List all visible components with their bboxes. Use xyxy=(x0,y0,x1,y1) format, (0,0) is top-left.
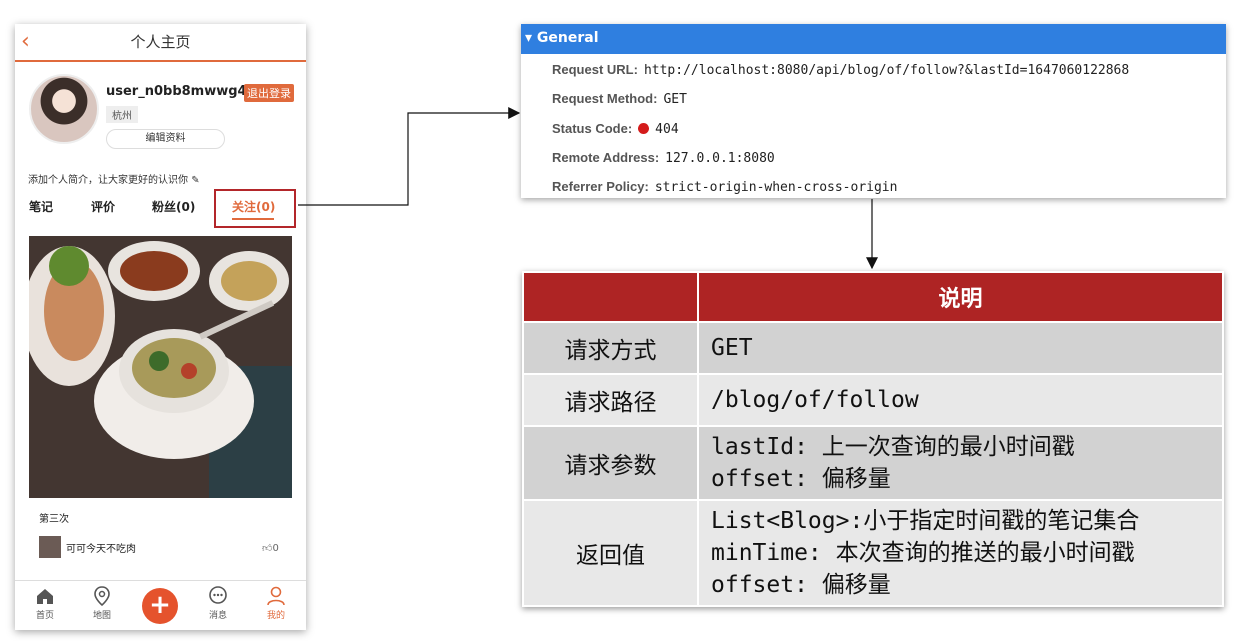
referrer-policy-row: Referrer Policy: strict-origin-when-cross… xyxy=(552,179,897,195)
row-value: List<Blog>:小于指定时间戳的笔记集合 minTime: 本次查询的推送… xyxy=(697,499,1224,607)
user-icon xyxy=(267,586,285,606)
row-key: 请求参数 xyxy=(522,425,699,501)
value-line: minTime: 本次查询的推送的最小时间戳 xyxy=(711,540,1135,566)
blog-card[interactable]: 第三次 可可今天不吃肉 👍︎0 xyxy=(29,236,292,566)
profile-header: ‹ 个人主页 xyxy=(15,24,306,62)
value-line: lastId: 上一次查询的最小时间戳 xyxy=(711,434,1075,460)
edit-profile-button[interactable]: 编辑资料 xyxy=(106,129,225,149)
general-title: General xyxy=(536,30,599,46)
field-key: Remote Address: xyxy=(552,150,660,165)
row-value: lastId: 上一次查询的最小时间戳 offset: 偏移量 xyxy=(697,425,1224,501)
status-error-icon xyxy=(638,123,650,134)
value-line: /blog/of/follow xyxy=(711,387,919,413)
tab-notes[interactable]: 笔记 xyxy=(29,198,53,215)
mobile-profile-screen: ‹ 个人主页 user_n0bb8mwwg4 退出登录 杭州 编辑资料 添加个人… xyxy=(15,24,306,630)
tab-fans[interactable]: 粉丝(0) xyxy=(152,198,195,215)
value-line: offset: 偏移量 xyxy=(711,572,891,598)
table-corner xyxy=(522,271,699,323)
field-value: strict-origin-when-cross-origin xyxy=(654,180,898,195)
table-row: 返回值 List<Blog>:小于指定时间戳的笔记集合 minTime: 本次查… xyxy=(522,499,1224,607)
home-icon xyxy=(37,589,53,604)
blog-title: 第三次 xyxy=(39,514,69,525)
table-row: 请求方式 GET xyxy=(522,321,1224,375)
row-value: /blog/of/follow xyxy=(697,373,1224,427)
field-value: 127.0.0.1:8080 xyxy=(665,151,775,166)
triangle-down-icon: ▾ xyxy=(525,30,533,46)
chat-icon xyxy=(209,586,227,604)
author-avatar[interactable] xyxy=(39,536,61,558)
avatar[interactable] xyxy=(29,74,99,144)
table-row: 请求路径 /blog/of/follow xyxy=(522,373,1224,427)
api-spec-table: 说明 请求方式 GET 请求路径 /blog/of/follow 请求参数 la… xyxy=(522,271,1224,607)
like-button[interactable]: 👍︎0 xyxy=(262,542,279,554)
page-title: 个人主页 xyxy=(130,33,191,51)
nav-label: 消息 xyxy=(208,611,227,621)
food-photo xyxy=(29,236,292,498)
blog-image[interactable] xyxy=(29,236,292,498)
field-value: http://localhost:8080/api/blog/of/follow… xyxy=(643,63,1130,78)
thumb-up-icon: 👍︎ xyxy=(262,543,273,554)
devtools-general-panel: ▾ General Request URL: http://localhost:8… xyxy=(521,24,1226,198)
request-url-row: Request URL: http://localhost:8080/api/bl… xyxy=(552,62,1129,78)
table-row: 请求参数 lastId: 上一次查询的最小时间戳 offset: 偏移量 xyxy=(522,425,1224,501)
nav-label: 地图 xyxy=(92,611,111,621)
arrow-tab-to-request xyxy=(298,107,521,206)
follow-tab-highlight xyxy=(214,189,296,228)
like-count: 0 xyxy=(272,543,279,554)
logout-button[interactable]: 退出登录 xyxy=(244,84,294,102)
nav-map[interactable]: 地图 xyxy=(82,585,122,621)
chevron-left-icon[interactable]: ‹ xyxy=(21,30,30,54)
tab-reviews[interactable]: 评价 xyxy=(91,198,115,215)
city-badge: 杭州 xyxy=(106,106,138,123)
nav-messages[interactable]: 消息 xyxy=(198,585,238,621)
nav-home[interactable]: 首页 xyxy=(25,585,65,621)
value-line: GET xyxy=(711,335,753,361)
row-key: 请求路径 xyxy=(522,373,699,427)
bio-text[interactable]: 添加个人简介，让大家更好的认识你 ✎ xyxy=(28,171,200,186)
bio-label: 添加个人简介，让大家更好的认识你 xyxy=(28,175,188,186)
nav-label: 首页 xyxy=(35,611,54,621)
request-method-row: Request Method: GET xyxy=(552,91,687,107)
remote-address-row: Remote Address: 127.0.0.1:8080 xyxy=(552,150,775,166)
pencil-icon: ✎ xyxy=(191,175,200,186)
field-key: Referrer Policy: xyxy=(552,179,649,194)
field-value: 404 xyxy=(655,122,679,137)
author-name[interactable]: 可可今天不吃肉 xyxy=(66,540,136,555)
row-value: GET xyxy=(697,321,1224,375)
status-code-row: Status Code: 404 xyxy=(552,121,679,137)
map-pin-icon xyxy=(94,586,110,607)
value-line: offset: 偏移量 xyxy=(711,466,891,492)
value-line: List<Blog>:小于指定时间戳的笔记集合 xyxy=(711,508,1140,534)
add-blog-button[interactable]: + xyxy=(142,588,178,624)
general-header[interactable]: ▾ General xyxy=(521,24,1226,54)
row-key: 返回值 xyxy=(522,499,699,607)
field-key: Request Method: xyxy=(552,91,658,106)
table-header: 说明 xyxy=(697,271,1224,323)
field-key: Status Code: xyxy=(552,121,633,136)
field-key: Request URL: xyxy=(552,62,638,77)
nav-mine[interactable]: 我的 xyxy=(256,585,296,621)
row-key: 请求方式 xyxy=(522,321,699,375)
field-value: GET xyxy=(663,92,687,107)
nav-label: 我的 xyxy=(266,611,285,621)
username: user_n0bb8mwwg4 xyxy=(106,84,247,99)
